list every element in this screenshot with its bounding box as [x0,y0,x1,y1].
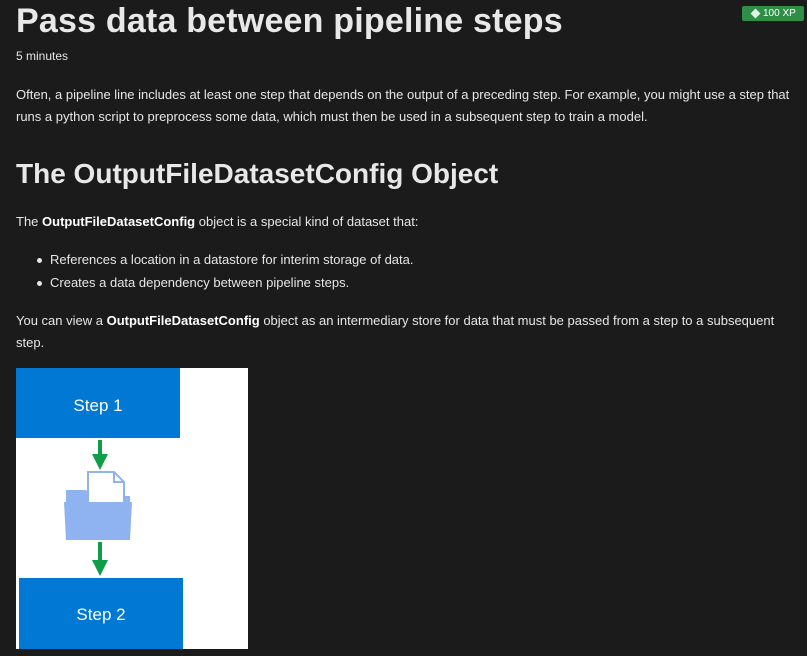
list-item: Creates a data dependency between pipeli… [16,271,413,294]
list-item-text: References a location in a datastore for… [50,252,414,267]
down-arrow-icon [92,542,108,576]
down-arrow-icon [92,440,108,470]
object-para-suffix: object is a special kind of dataset that… [195,214,419,229]
object-para-prefix: The [16,214,43,229]
feature-list: References a location in a datastore for… [16,248,413,294]
bullet-icon [37,258,42,263]
list-item: References a location in a datastore for… [16,248,413,271]
xp-badge-label: 100 XP [763,8,796,19]
folder-document-icon [64,471,132,540]
bullet-icon [37,281,42,286]
list-item-text: Creates a data dependency between pipeli… [50,275,350,290]
object-name-bold: OutputFileDatasetConfig [106,313,260,328]
page-title: Pass data between pipeline steps [16,2,563,40]
xp-badge: 100 XP [742,6,804,21]
intermediary-paragraph: You can view a OutputFileDatasetConfig o… [16,310,791,354]
step2-label: Step 2 [76,605,125,624]
section-heading: The OutputFileDatasetConfig Object [16,158,499,189]
step1-label: Step 1 [73,396,122,415]
pipeline-diagram: Step 1 Step 2 [16,368,248,649]
pipeline-diagram-svg: Step 1 Step 2 [16,368,183,649]
object-description-paragraph: The OutputFileDatasetConfig object is a … [16,211,791,233]
intro-paragraph: Often, a pipeline line includes at least… [16,87,790,124]
object-name-bold: OutputFileDatasetConfig [42,214,196,229]
view-para-prefix: You can view a [16,313,107,328]
duration-label: 5 minutes [16,49,69,63]
xp-diamond-icon [750,8,761,19]
